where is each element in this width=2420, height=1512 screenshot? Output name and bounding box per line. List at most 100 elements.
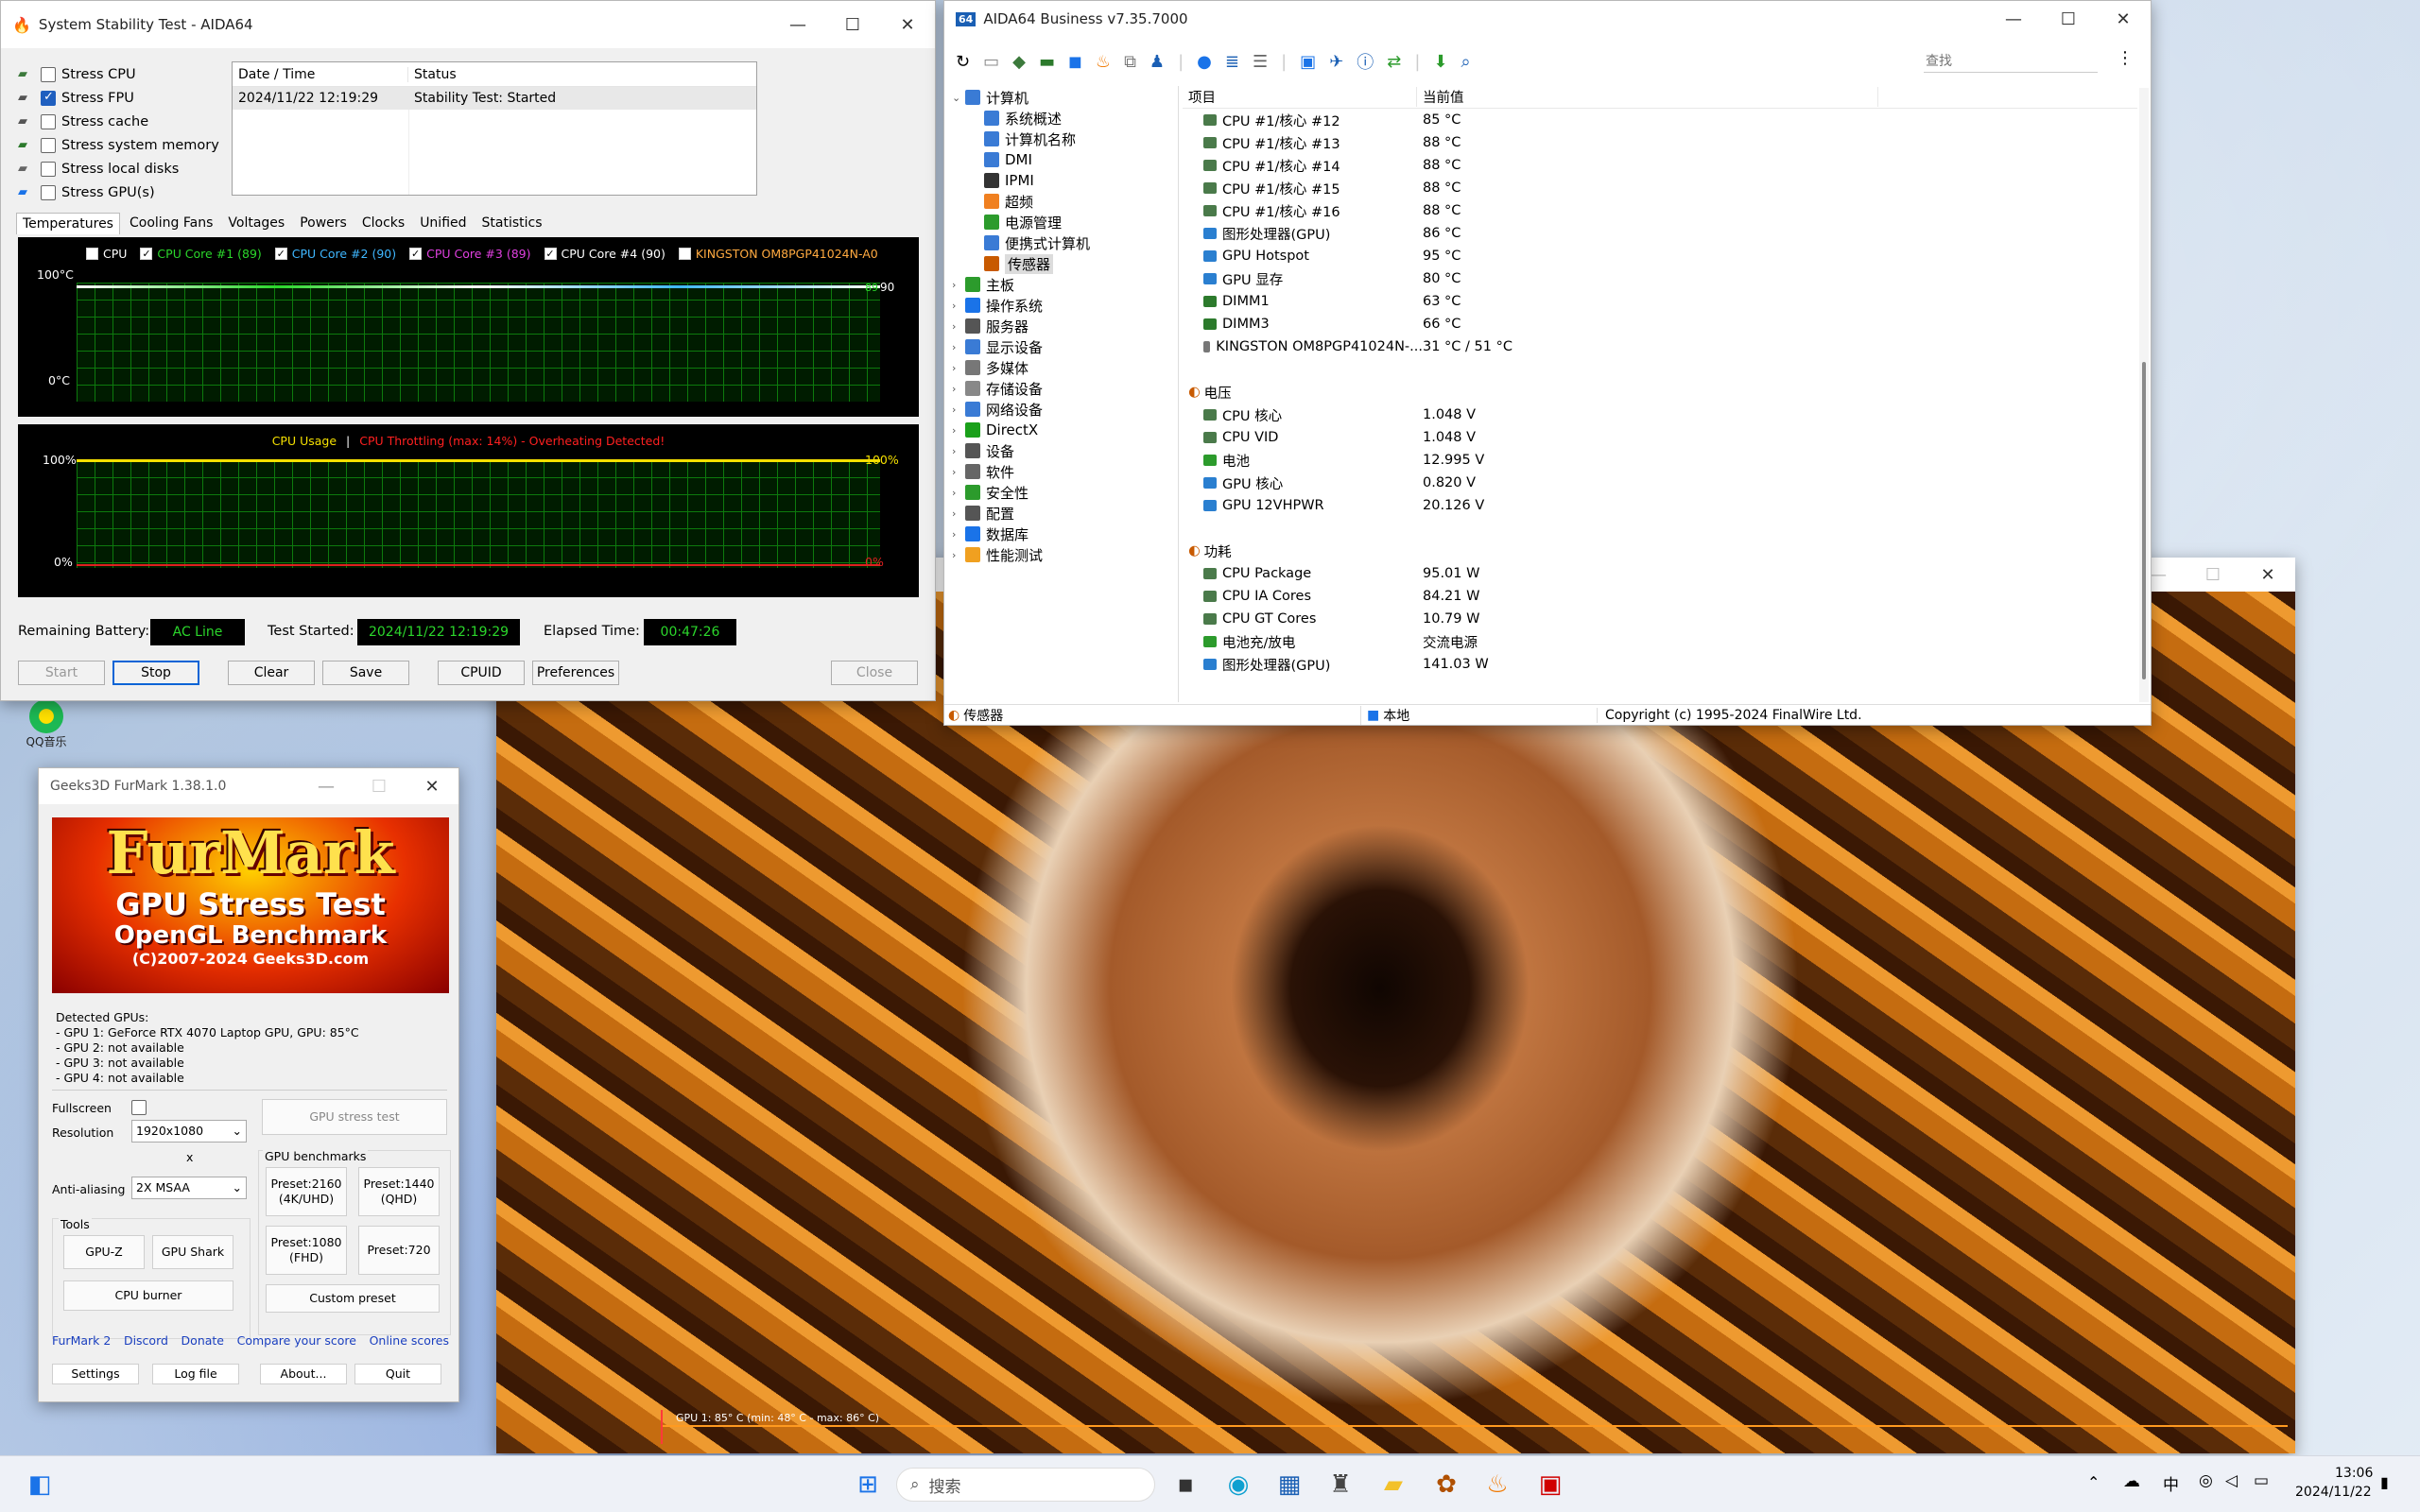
maximize-icon[interactable]: ☐ [2186, 558, 2240, 592]
more-icon[interactable]: ⋮ [2117, 48, 2134, 68]
chevron-right-icon[interactable]: › [952, 279, 965, 291]
stress-checkbox[interactable] [41, 161, 56, 177]
chevron-up-icon[interactable]: ⌃ [2087, 1473, 2100, 1491]
edge-icon[interactable]: ◉ [1221, 1468, 1255, 1502]
preferences-button[interactable]: Preferences [532, 661, 619, 685]
list-icon[interactable]: ☰ [1253, 52, 1268, 72]
tree-item[interactable]: 计算机名称 [944, 129, 1178, 149]
minimize-icon[interactable]: — [770, 2, 825, 47]
sensor-row[interactable]: GPU 核心 0.820 V [1188, 472, 2137, 494]
chevron-right-icon[interactable]: › [952, 487, 965, 499]
legend-checkbox[interactable]: ✓ [274, 248, 287, 260]
sensor-row[interactable]: GPU 显存 80 °C [1188, 267, 2137, 290]
tree-item[interactable]: 传感器 [944, 253, 1178, 274]
tree-item[interactable]: › 设备 [944, 440, 1178, 461]
furmark-launcher-window[interactable]: Geeks3D FurMark 1.38.1.0 — ☐ ✕ FurMark G… [38, 767, 459, 1402]
stress-checkbox[interactable] [41, 184, 56, 200]
desktop-icon-qq-music[interactable]: QQ音乐 [13, 699, 79, 749]
notification-icon[interactable]: ▮ [2380, 1473, 2389, 1491]
maximize-icon[interactable]: ☐ [353, 768, 406, 804]
sync-icon[interactable]: ⇄ [1387, 52, 1401, 72]
tree-item[interactable]: › 多媒体 [944, 357, 1178, 378]
start-button[interactable]: Start [18, 661, 105, 685]
cpu-icon[interactable]: ◆ [1012, 52, 1026, 72]
tree-item[interactable]: DMI [944, 149, 1178, 170]
close-icon[interactable]: ✕ [880, 2, 935, 47]
aida64-main-window[interactable]: 64 AIDA64 Business v7.35.7000 — ☐ ✕ ↻ ▭ ◆… [943, 0, 2152, 726]
tree-item[interactable]: › 显示设备 [944, 336, 1178, 357]
copy-icon[interactable]: ⧉ [1124, 52, 1136, 72]
log-file-button[interactable]: Log file [152, 1364, 239, 1384]
tree-item[interactable]: 便携式计算机 [944, 232, 1178, 253]
refresh-icon[interactable]: ↻ [956, 52, 970, 72]
legend-checkbox[interactable]: ✓ [140, 248, 153, 260]
tab-temperatures[interactable]: Temperatures [16, 213, 120, 234]
stability-log-table[interactable]: Date / Time Status 2024/11/22 12:19:29 S… [232, 61, 757, 196]
clock-date[interactable]: 2024/11/22 [2295, 1485, 2372, 1500]
report-icon[interactable]: ▭ [983, 52, 999, 72]
clock-time[interactable]: 13:06 [2335, 1466, 2373, 1481]
tab-unified[interactable]: Unified [414, 213, 472, 234]
chevron-right-icon[interactable]: › [952, 383, 965, 395]
start-icon[interactable]: ⊞ [851, 1468, 885, 1502]
search-icon[interactable]: ⌕ [1461, 52, 1471, 72]
sensor-row[interactable]: 图形处理器(GPU) 141.03 W [1188, 653, 2137, 676]
chevron-right-icon[interactable]: › [952, 404, 965, 416]
quit-button[interactable]: Quit [354, 1364, 441, 1384]
gpu-stress-test-button[interactable]: GPU stress test [262, 1099, 447, 1135]
chevron-right-icon[interactable]: › [952, 424, 965, 437]
sensor-row[interactable]: CPU VID 1.048 V [1188, 426, 2137, 449]
tree-item[interactable]: › 主板 [944, 274, 1178, 295]
stress-option[interactable]: ▰ Stress local disks [18, 157, 226, 180]
tree-item[interactable]: IPMI [944, 170, 1178, 191]
scrollbar[interactable] [2139, 88, 2149, 702]
bird-icon[interactable]: ✈ [1329, 52, 1343, 72]
tree-item[interactable]: ⌄ 计算机 [944, 87, 1178, 108]
stress-checkbox[interactable] [41, 137, 56, 153]
network-icon[interactable]: ◼ [1068, 52, 1082, 72]
gpuz-button[interactable]: GPU-Z [63, 1235, 145, 1269]
legend-item[interactable]: ✓ CPU Core #3 (89) [409, 247, 531, 261]
custom-preset-button[interactable]: Custom preset [266, 1284, 440, 1313]
legend-item[interactable]: ✓ CPU Core #2 (90) [274, 247, 396, 261]
sensor-row[interactable]: CPU 核心 1.048 V [1188, 404, 2137, 426]
tab-voltages[interactable]: Voltages [222, 213, 290, 234]
resolution-select[interactable]: 1920x1080 ⌄ [131, 1120, 247, 1143]
legend-checkbox[interactable]: ✓ [409, 248, 423, 260]
stress-option[interactable]: ▰ Stress cache [18, 110, 226, 133]
chevron-right-icon[interactable]: › [952, 445, 965, 457]
sensor-row[interactable]: DIMM1 63 °C [1188, 290, 2137, 313]
chevron-right-icon[interactable]: › [952, 300, 965, 312]
taskbar-search[interactable]: ⌕ 搜索 [896, 1468, 1155, 1502]
tab-cooling-fans[interactable]: Cooling Fans [124, 213, 218, 234]
stress-checkbox[interactable] [41, 90, 56, 106]
stress-checkbox[interactable] [41, 113, 56, 129]
app-icon[interactable]: ♜ [1323, 1468, 1357, 1502]
tree-item[interactable]: › 软件 [944, 461, 1178, 482]
sensor-row[interactable]: 电池 12.995 V [1188, 449, 2137, 472]
volume-icon[interactable]: ◁ [2225, 1471, 2238, 1490]
scrollbar-thumb[interactable] [2142, 362, 2146, 679]
flame-icon[interactable]: ♨ [1096, 52, 1111, 72]
close-icon[interactable]: ✕ [406, 768, 458, 804]
stress-option[interactable]: ▰ Stress CPU [18, 62, 226, 86]
maximize-icon[interactable]: ☐ [825, 2, 880, 47]
furmark-link[interactable]: Discord [124, 1333, 168, 1348]
legend-item[interactable]: ✓ CPU Core #1 (89) [140, 247, 262, 261]
sensor-list[interactable]: 项目 当前值 CPU #1/核心 #12 85 °C CPU #1/核心 #13 88… [1183, 86, 2137, 702]
legend-checkbox[interactable]: ✓ [544, 248, 557, 260]
settings-button[interactable]: Settings [52, 1364, 139, 1384]
chevron-right-icon[interactable]: › [952, 549, 965, 561]
tree-item[interactable]: › DirectX [944, 420, 1178, 440]
file-explorer-icon[interactable]: ▰ [1376, 1468, 1410, 1502]
database-icon[interactable]: ≣ [1225, 52, 1239, 72]
task-view-icon[interactable]: ▪ [1168, 1468, 1202, 1502]
stress-checkbox[interactable] [41, 66, 56, 82]
tree-item[interactable]: › 操作系统 [944, 295, 1178, 316]
sensor-row[interactable]: CPU #1/核心 #14 88 °C [1188, 154, 2137, 177]
tree-item[interactable]: › 服务器 [944, 316, 1178, 336]
info-icon[interactable]: ⓘ [1357, 49, 1374, 74]
memory-icon[interactable]: ▬ [1039, 52, 1055, 72]
user-icon[interactable]: ♟ [1150, 52, 1165, 72]
preset-1440-button[interactable]: Preset:1440 (QHD) [358, 1167, 440, 1216]
